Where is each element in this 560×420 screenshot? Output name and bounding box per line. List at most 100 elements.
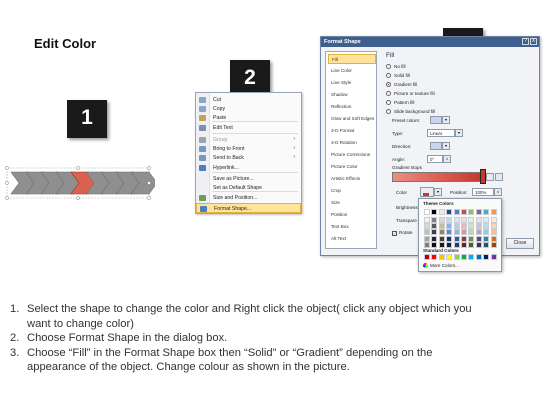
color-swatch[interactable] [461, 223, 467, 230]
color-swatch[interactable] [461, 241, 467, 248]
color-swatch[interactable] [483, 217, 490, 223]
color-swatch[interactable] [483, 235, 490, 242]
color-swatch[interactable] [453, 229, 460, 236]
resize-handle[interactable] [76, 166, 80, 170]
color-swatch[interactable] [446, 229, 453, 236]
color-swatch[interactable] [438, 235, 445, 242]
color-swatch[interactable] [490, 209, 497, 215]
fill-radio[interactable]: Pattern fill [386, 100, 476, 108]
fill-radio[interactable]: No fill [386, 64, 476, 72]
color-swatch[interactable] [431, 241, 438, 248]
color-swatch[interactable] [431, 235, 438, 242]
color-swatch[interactable] [453, 209, 460, 215]
resize-handle[interactable] [5, 196, 9, 200]
color-swatch[interactable] [453, 235, 460, 242]
color-swatch[interactable] [483, 254, 490, 260]
category-item[interactable]: Text Box [328, 222, 376, 232]
category-item[interactable]: Reflection [328, 102, 376, 112]
color-swatch[interactable] [483, 223, 490, 230]
color-swatch[interactable] [424, 223, 430, 230]
color-swatch[interactable] [475, 235, 482, 242]
close-icon[interactable]: X [530, 38, 537, 45]
category-item[interactable]: Shadow [328, 90, 376, 100]
color-swatch[interactable] [438, 241, 445, 248]
color-swatch[interactable] [461, 229, 467, 236]
category-item[interactable]: Alt Text [328, 234, 376, 244]
color-swatch[interactable] [468, 235, 475, 242]
category-item[interactable]: Crop [328, 186, 376, 196]
resize-handle[interactable] [5, 166, 9, 170]
fill-radio[interactable]: Picture or texture fill [386, 91, 476, 99]
color-swatch[interactable] [475, 229, 482, 236]
category-item[interactable]: Fill [328, 54, 376, 64]
color-swatch[interactable] [424, 229, 430, 236]
color-swatch[interactable] [446, 217, 453, 223]
color-swatch[interactable] [446, 209, 453, 215]
color-swatch[interactable] [438, 209, 445, 215]
color-swatch[interactable] [424, 254, 430, 260]
color-swatch[interactable] [453, 241, 460, 248]
color-swatch[interactable] [468, 241, 475, 248]
type-dropdown[interactable]: Linear [427, 129, 455, 137]
color-swatch[interactable] [468, 209, 475, 215]
chevron-down-icon[interactable]: ▾ [442, 142, 450, 150]
close-button[interactable]: Close [506, 238, 534, 249]
color-swatch[interactable] [468, 223, 475, 230]
category-item[interactable]: Glow and Soft Edges [328, 114, 376, 124]
color-swatch[interactable] [431, 223, 438, 230]
context-menu-item[interactable]: Format Shape... [196, 203, 301, 213]
color-swatch[interactable] [424, 217, 430, 223]
more-colors-link[interactable]: More Colors... [423, 263, 459, 268]
category-item[interactable]: Artistic Effects [328, 174, 376, 184]
color-swatch[interactable] [446, 254, 453, 260]
color-swatch[interactable] [490, 241, 497, 248]
color-swatch[interactable] [438, 229, 445, 236]
color-swatch[interactable] [446, 223, 453, 230]
angle-stepper[interactable]: ⇕ [443, 155, 451, 163]
context-menu-item[interactable]: Edit Text [196, 123, 301, 133]
direction-dropdown[interactable] [430, 142, 442, 150]
category-item[interactable]: Picture Corrections [328, 150, 376, 160]
rotate-checkbox[interactable]: ✓ Rotate [392, 230, 413, 236]
color-swatch[interactable] [490, 254, 497, 260]
category-item[interactable]: 3-D Format [328, 126, 376, 136]
chevron-down-icon[interactable]: ▾ [434, 188, 442, 196]
color-swatch[interactable] [475, 241, 482, 248]
resize-handle[interactable] [147, 166, 151, 170]
category-item[interactable]: Size [328, 198, 376, 208]
color-swatch[interactable] [446, 241, 453, 248]
color-swatch[interactable] [475, 217, 482, 223]
color-swatch[interactable] [438, 223, 445, 230]
preset-colors-dropdown[interactable] [430, 116, 442, 124]
category-item[interactable]: Line Color [328, 66, 376, 76]
color-swatch[interactable] [446, 235, 453, 242]
color-swatch[interactable] [424, 241, 430, 248]
color-swatch[interactable] [431, 217, 438, 223]
category-item[interactable]: Position [328, 210, 376, 220]
color-swatch[interactable] [475, 254, 482, 260]
gradient-stops-bar[interactable] [392, 172, 484, 182]
color-swatch[interactable] [483, 229, 490, 236]
color-swatch[interactable] [475, 209, 482, 215]
color-swatch[interactable] [483, 241, 490, 248]
color-swatch[interactable] [475, 223, 482, 230]
chevron-down-icon[interactable]: ▾ [442, 116, 450, 124]
color-swatch[interactable] [453, 254, 460, 260]
category-item[interactable]: Picture Color [328, 162, 376, 172]
color-swatch[interactable] [431, 209, 438, 215]
context-menu-item[interactable]: Size and Position... [196, 193, 301, 203]
color-swatch[interactable] [461, 235, 467, 242]
angle-input[interactable]: 0° [427, 155, 443, 163]
position-stepper[interactable]: ⇕ [494, 188, 502, 196]
color-swatch[interactable] [490, 217, 497, 223]
color-swatch[interactable] [438, 217, 445, 223]
position-input[interactable]: 100% [472, 188, 494, 196]
color-swatch[interactable] [490, 235, 497, 242]
color-swatch[interactable] [483, 209, 490, 215]
fill-radio[interactable]: Gradient fill [386, 82, 476, 90]
color-swatch[interactable] [424, 209, 430, 215]
color-swatch[interactable] [461, 254, 467, 260]
context-menu-item[interactable]: Send to Back › [196, 153, 301, 163]
add-stop-button[interactable] [486, 173, 494, 181]
color-swatch[interactable] [453, 217, 460, 223]
